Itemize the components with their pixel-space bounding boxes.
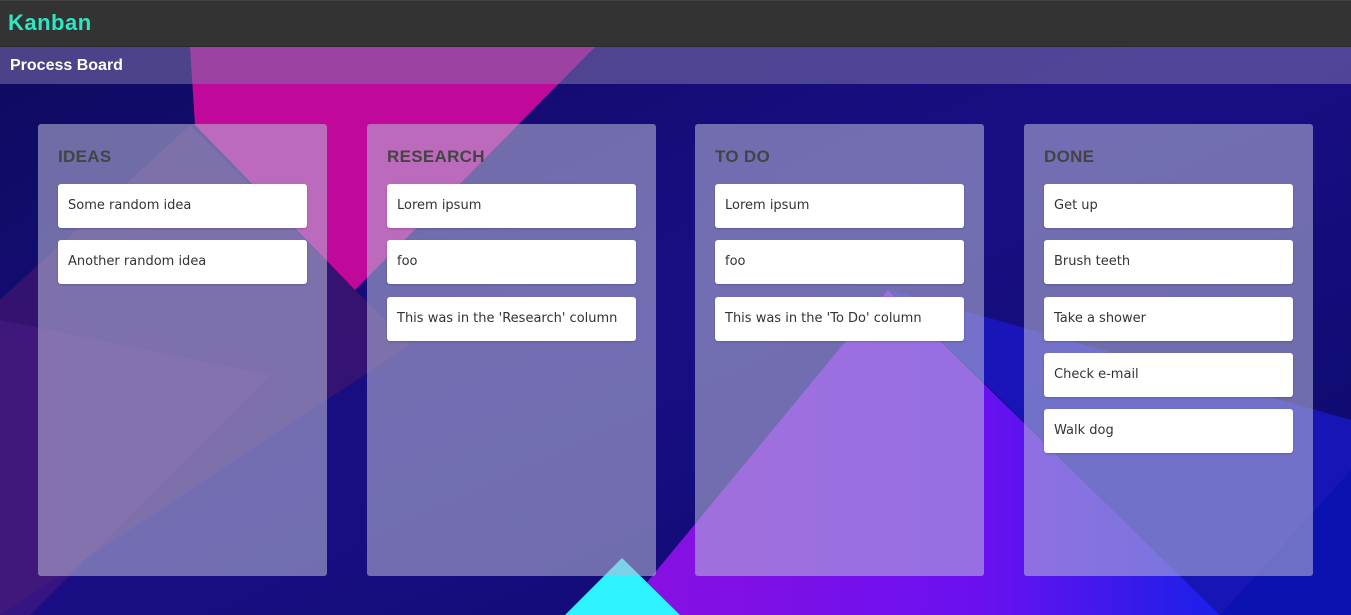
card-label: Lorem ipsum — [397, 198, 482, 213]
card-label: Brush teeth — [1054, 254, 1131, 269]
card-label: This was in the 'To Do' column — [725, 311, 922, 326]
column-research[interactable]: RESEARCH Lorem ipsum foo This was in the… — [367, 124, 656, 576]
card-label: This was in the 'Research' column — [397, 311, 618, 326]
card[interactable]: Check e-mail — [1044, 353, 1293, 397]
card[interactable]: Take a shower — [1044, 297, 1293, 341]
card[interactable]: Get up — [1044, 184, 1293, 228]
column-to-do[interactable]: TO DO Lorem ipsum foo This was in the 'T… — [695, 124, 984, 576]
app-header: Kanban — [0, 0, 1351, 47]
card[interactable]: Another random idea — [58, 240, 307, 284]
column-done[interactable]: DONE Get up Brush teeth Take a shower Ch… — [1024, 124, 1313, 576]
app-title[interactable]: Kanban — [8, 10, 92, 36]
card-label: Lorem ipsum — [725, 198, 810, 213]
card-label: Check e-mail — [1054, 367, 1139, 382]
column-ideas[interactable]: IDEAS Some random idea Another random id… — [38, 124, 327, 576]
column-title: TO DO — [715, 147, 771, 166]
card[interactable]: foo — [387, 240, 636, 284]
card-label: Get up — [1054, 198, 1098, 213]
column-title: RESEARCH — [387, 147, 485, 166]
board-title: Process Board — [10, 57, 123, 74]
card-label: Some random idea — [68, 198, 192, 213]
column-title: DONE — [1044, 147, 1095, 166]
board-header: Process Board — [0, 47, 1351, 84]
card-label: Take a shower — [1054, 311, 1146, 326]
card[interactable]: foo — [715, 240, 964, 284]
card[interactable]: This was in the 'To Do' column — [715, 297, 964, 341]
card-label: Another random idea — [68, 254, 207, 269]
column-title: IDEAS — [58, 147, 112, 166]
card-label: Walk dog — [1054, 423, 1114, 438]
card-label: foo — [725, 254, 746, 269]
card-label: foo — [397, 254, 418, 269]
card[interactable]: Brush teeth — [1044, 240, 1293, 284]
card[interactable]: Some random idea — [58, 184, 307, 228]
card[interactable]: Lorem ipsum — [387, 184, 636, 228]
card[interactable]: Walk dog — [1044, 409, 1293, 453]
card[interactable]: Lorem ipsum — [715, 184, 964, 228]
card[interactable]: This was in the 'Research' column — [387, 297, 636, 341]
